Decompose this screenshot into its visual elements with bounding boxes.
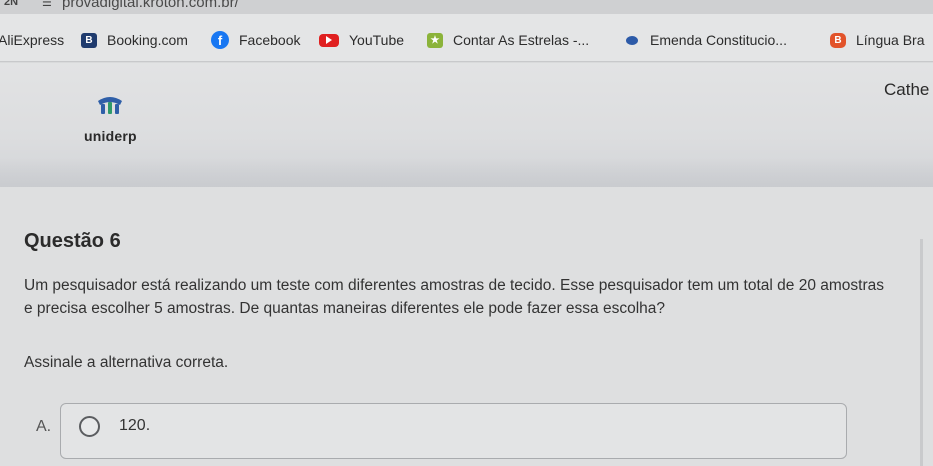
bookmark-label: YouTube: [349, 32, 405, 48]
bookmark-label: Contar As Estrelas -...: [453, 32, 590, 48]
uniderp-logo[interactable]: uniderp: [82, 95, 138, 145]
site-info-icon[interactable]: ⚌: [42, 0, 52, 9]
facebook-icon: f: [211, 31, 229, 49]
page-header: uniderp Cathe: [0, 63, 933, 188]
header-divider: [0, 158, 933, 188]
bookmark-lingua[interactable]: B Língua Bra: [830, 30, 925, 50]
bookmark-emenda[interactable]: Emenda Constitucio...: [624, 30, 787, 50]
address-bar[interactable]: 2N ⚌ provadigital.kroton.com.br/: [0, 0, 933, 14]
bookmark-contar-estrelas[interactable]: ★ Contar As Estrelas -...: [427, 30, 589, 50]
scrollbar[interactable]: [920, 239, 923, 466]
question-instruction: Assinale a alternativa correta.: [24, 354, 229, 371]
bookmark-label: Emenda Constitucio...: [650, 32, 787, 48]
bookmark-label: AliExpress: [0, 32, 65, 48]
user-name[interactable]: Cathe: [884, 80, 929, 100]
bookmark-dot-icon: [624, 33, 640, 48]
bookmark-aliexpress[interactable]: AliExpress: [0, 30, 64, 50]
radio-button[interactable]: [79, 416, 100, 437]
bookmark-booking[interactable]: B Booking.com: [81, 30, 188, 50]
lingua-icon: B: [830, 32, 846, 48]
bookmark-label: Booking.com: [107, 32, 188, 48]
bookmark-youtube[interactable]: YouTube: [319, 30, 404, 50]
question-panel: Questão 6 Um pesquisador está realizando…: [0, 187, 933, 466]
question-text: Um pesquisador está realizando um teste …: [24, 277, 884, 317]
star-icon: ★: [427, 32, 443, 48]
booking-icon: B: [81, 32, 97, 48]
alternative-text: 120.: [119, 417, 151, 434]
logo-mark-icon: [98, 97, 122, 114]
youtube-icon: [319, 33, 339, 47]
bookmarks-bar: AliExpress B Booking.com f Facebook YouT…: [0, 14, 933, 62]
bookmark-label: Língua Bra: [856, 32, 925, 48]
alternative-option-a[interactable]: 120.: [60, 403, 847, 459]
question-title: Questão 6: [24, 230, 121, 252]
url-text[interactable]: provadigital.kroton.com.br/: [62, 0, 239, 11]
bookmark-facebook[interactable]: f Facebook: [211, 30, 300, 50]
bookmark-label: Facebook: [239, 32, 301, 48]
alternative-letter: A.: [36, 418, 52, 435]
tab-number: 2N: [4, 0, 19, 8]
logo-text: uniderp: [84, 128, 137, 144]
